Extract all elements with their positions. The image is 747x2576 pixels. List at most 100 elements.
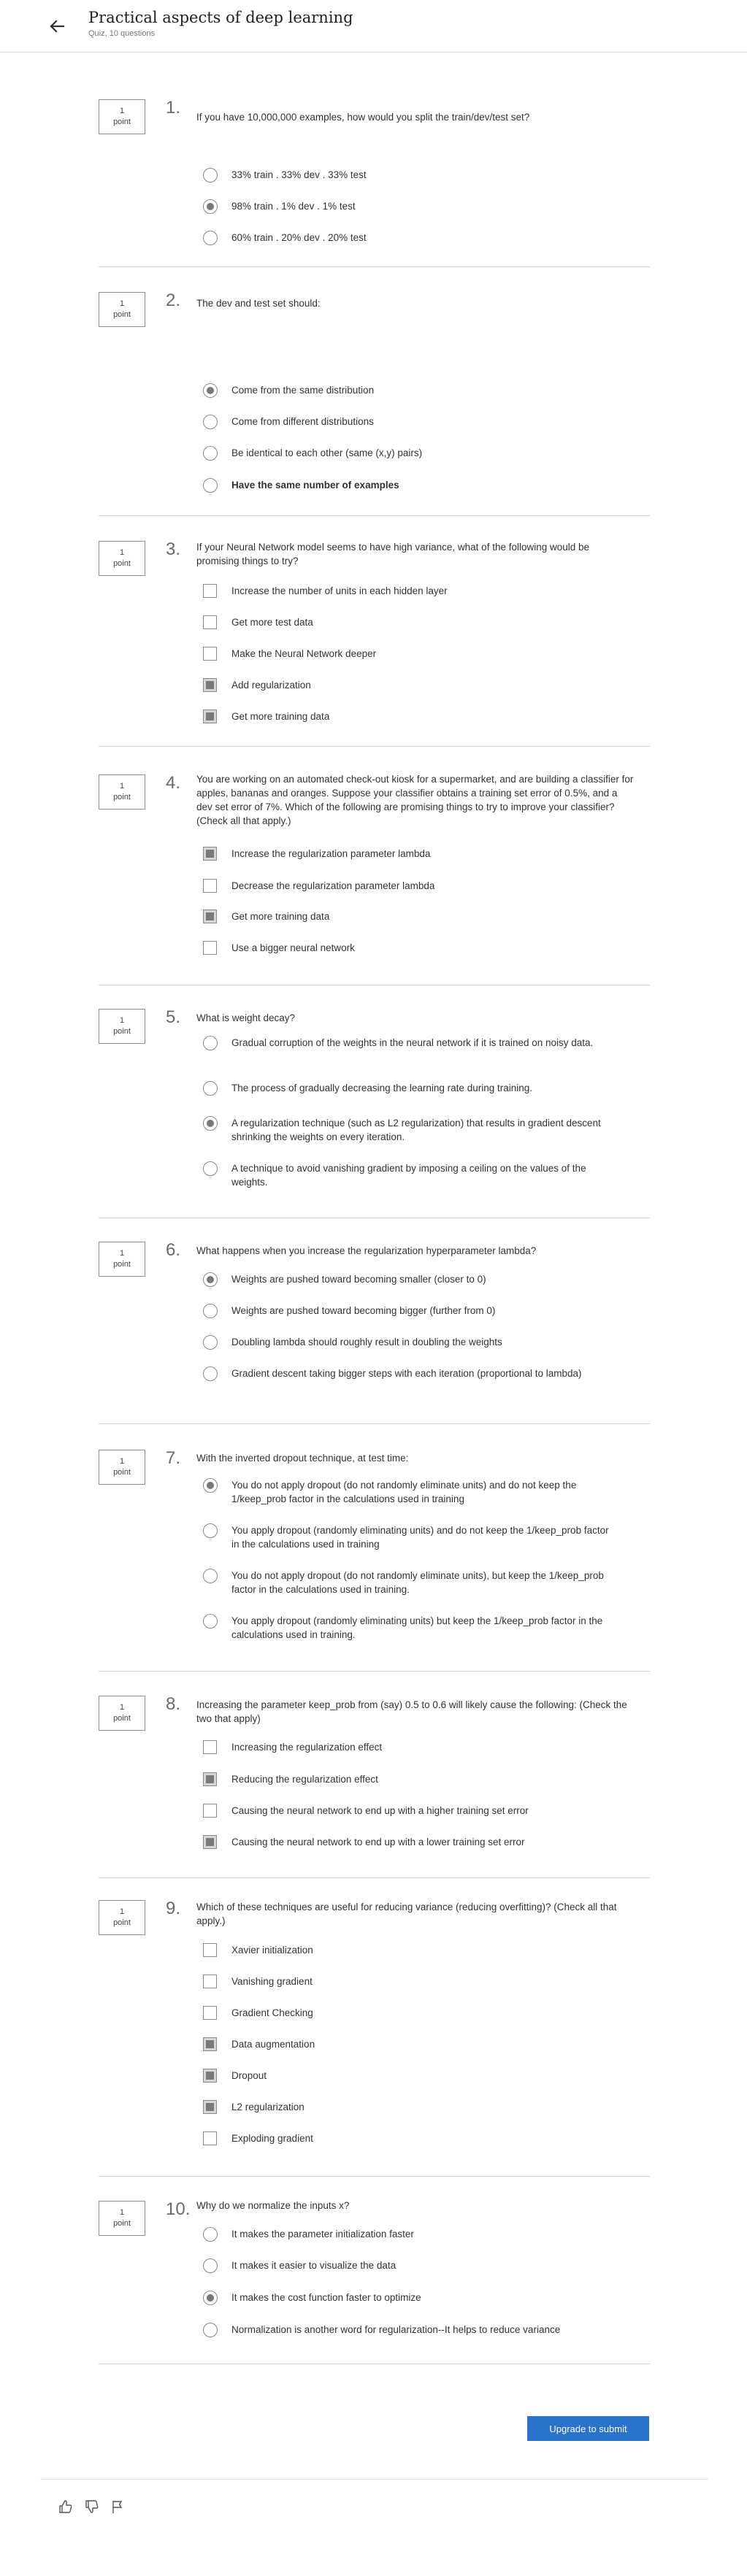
radio-button[interactable] [203, 168, 218, 182]
checkbox-option[interactable]: Exploding gradient [203, 2131, 612, 2145]
radio-option[interactable]: 98% train . 1% dev . 1% test [203, 199, 612, 214]
radio-option[interactable]: Come from the same distribution [203, 383, 612, 398]
checkbox-option[interactable]: Gradient Checking [203, 2006, 612, 2020]
thumbs-up-icon[interactable] [58, 2499, 74, 2515]
checkbox-option[interactable]: Vanishing gradient [203, 1975, 612, 1988]
checkbox-option[interactable]: L2 regularization [203, 2100, 612, 2114]
radio-button[interactable] [203, 2323, 218, 2337]
checkbox-option[interactable]: Dropout [203, 2069, 612, 2083]
option-label: Gradual corruption of the weights in the… [231, 1037, 594, 1048]
checkbox[interactable] [203, 941, 217, 955]
radio-button[interactable] [203, 1161, 218, 1176]
checkbox[interactable] [203, 1804, 217, 1818]
checkbox[interactable] [203, 2006, 217, 2020]
checkbox[interactable] [203, 2100, 217, 2114]
question-text: Increasing the parameter keep_prob from … [196, 1699, 627, 1724]
checkbox[interactable] [203, 710, 217, 723]
radio-option[interactable]: You do not apply dropout (do not randoml… [203, 1569, 612, 1596]
radio-button[interactable] [203, 1116, 218, 1131]
checkbox[interactable] [203, 2131, 217, 2145]
radio-button[interactable] [203, 1335, 218, 1350]
thumbs-down-icon[interactable] [84, 2499, 100, 2515]
checkbox[interactable] [203, 678, 217, 692]
radio-option[interactable]: You apply dropout (randomly eliminating … [203, 1523, 612, 1551]
radio-button[interactable] [203, 1569, 218, 1583]
option-label: Decrease the regularization parameter la… [231, 880, 435, 891]
checkbox-option[interactable]: Reducing the regularization effect [203, 1772, 612, 1786]
checkbox[interactable] [203, 1943, 217, 1957]
radio-option[interactable]: Have the same number of examples [203, 478, 612, 493]
radio-button[interactable] [203, 231, 218, 245]
question-divider [99, 515, 650, 516]
radio-button[interactable] [203, 1478, 218, 1493]
checkbox[interactable] [203, 2069, 217, 2083]
checkbox-option[interactable]: Data augmentation [203, 2037, 612, 2051]
radio-option[interactable]: Weights are pushed toward becoming bigge… [203, 1304, 612, 1318]
checkbox-option[interactable]: Increase the number of units in each hid… [203, 584, 612, 598]
radio-option[interactable]: You do not apply dropout (do not randoml… [203, 1478, 612, 1506]
checkbox[interactable] [203, 584, 217, 598]
radio-button[interactable] [203, 1366, 218, 1381]
checkbox-option[interactable]: Get more training data [203, 710, 612, 723]
radio-option[interactable]: Gradual corruption of the weights in the… [203, 1036, 612, 1050]
checkbox[interactable] [203, 647, 217, 661]
radio-button[interactable] [203, 1272, 218, 1287]
back-button[interactable] [44, 13, 70, 39]
checkbox[interactable] [203, 2037, 217, 2051]
radio-button[interactable] [203, 446, 218, 461]
radio-button[interactable] [203, 383, 218, 398]
radio-option[interactable]: You apply dropout (randomly eliminating … [203, 1614, 612, 1642]
checkbox[interactable] [203, 879, 217, 893]
radio-button[interactable] [203, 1523, 218, 1538]
checkbox[interactable] [203, 910, 217, 923]
checkbox-option[interactable]: Causing the neural network to end up wit… [203, 1835, 612, 1849]
radio-button[interactable] [203, 478, 218, 493]
radio-button[interactable] [203, 1036, 218, 1050]
radio-option[interactable]: 33% train . 33% dev . 33% test [203, 168, 612, 182]
flag-icon[interactable] [110, 2499, 126, 2515]
checkbox-option[interactable]: Get more test data [203, 615, 612, 629]
radio-option[interactable]: It makes the cost function faster to opt… [203, 2291, 612, 2305]
radio-option[interactable]: Come from different distributions [203, 415, 612, 429]
checkbox-option[interactable]: Decrease the regularization parameter la… [203, 879, 612, 893]
points-unit: point [113, 310, 131, 319]
checkbox-option[interactable]: Increase the regularization parameter la… [203, 847, 612, 861]
radio-button[interactable] [203, 1304, 218, 1318]
checkbox-option[interactable]: Make the Neural Network deeper [203, 647, 612, 661]
checkbox-option[interactable]: Xavier initialization [203, 1943, 612, 1957]
checkbox-option[interactable]: Use a bigger neural network [203, 941, 612, 955]
option-label: Causing the neural network to end up wit… [231, 1837, 525, 1848]
radio-button[interactable] [203, 199, 218, 214]
radio-button[interactable] [203, 2291, 218, 2305]
points-value: 1 [119, 1703, 125, 1712]
question-number: 8. [166, 1694, 181, 1714]
radio-option[interactable]: Gradient descent taking bigger steps wit… [203, 1366, 612, 1381]
checkbox-option[interactable]: Add regularization [203, 678, 612, 692]
radio-option[interactable]: The process of gradually decreasing the … [203, 1081, 612, 1096]
checkbox[interactable] [203, 615, 217, 629]
radio-option[interactable]: Be identical to each other (same (x,y) p… [203, 446, 612, 461]
radio-button[interactable] [203, 2258, 218, 2273]
checkbox[interactable] [203, 847, 217, 861]
radio-option[interactable]: It makes it easier to visualize the data [203, 2258, 612, 2273]
checkbox[interactable] [203, 1835, 217, 1849]
radio-button[interactable] [203, 415, 218, 429]
checkbox[interactable] [203, 1740, 217, 1754]
checkbox-option[interactable]: Causing the neural network to end up wit… [203, 1804, 612, 1818]
checkbox[interactable] [203, 1772, 217, 1786]
radio-option[interactable]: A technique to avoid vanishing gradient … [203, 1161, 612, 1189]
submit-button[interactable]: Upgrade to submit [527, 2416, 649, 2441]
checkbox[interactable] [203, 1975, 217, 1988]
radio-option[interactable]: Weights are pushed toward becoming small… [203, 1272, 612, 1287]
checkbox-option[interactable]: Get more training data [203, 910, 612, 923]
radio-option[interactable]: Normalization is another word for regula… [203, 2323, 612, 2337]
radio-button[interactable] [203, 1081, 218, 1096]
radio-option[interactable]: Doubling lambda should roughly result in… [203, 1335, 612, 1350]
radio-button[interactable] [203, 1614, 218, 1629]
radio-button[interactable] [203, 2227, 218, 2242]
radio-option[interactable]: A regularization technique (such as L2 r… [203, 1116, 612, 1144]
radio-option[interactable]: It makes the parameter initialization fa… [203, 2227, 612, 2242]
option-label: Use a bigger neural network [231, 942, 355, 953]
radio-option[interactable]: 60% train . 20% dev . 20% test [203, 231, 612, 245]
checkbox-option[interactable]: Increasing the regularization effect [203, 1740, 612, 1754]
